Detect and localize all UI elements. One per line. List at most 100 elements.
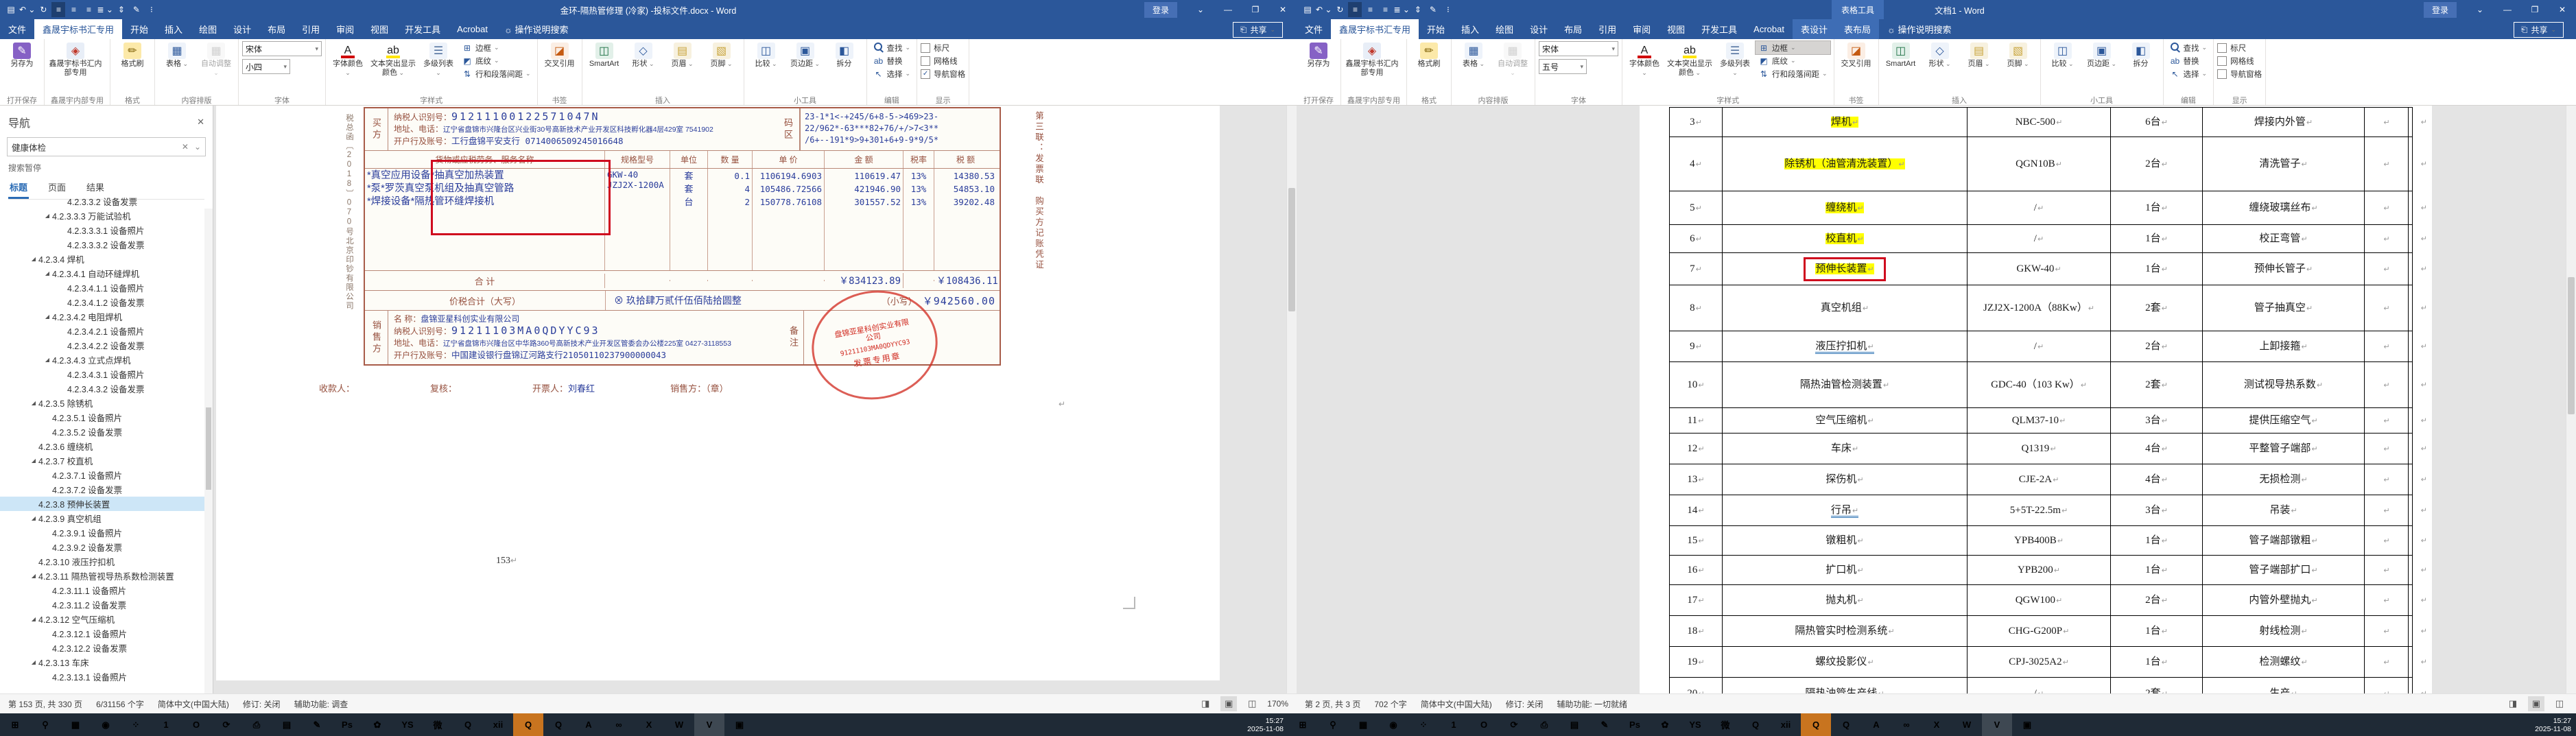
line-spacing-button[interactable]: ⇅ 行和段落间距 ⌄ — [459, 67, 534, 80]
multilevel-list-button[interactable]: ☰ 多级列表 ⌄ — [1716, 41, 1753, 78]
taskbar-icon[interactable]: ▤ — [272, 713, 302, 736]
taskbar-icon[interactable]: V — [694, 713, 724, 736]
taskbar-icon[interactable]: ⊞ — [0, 713, 30, 736]
vertical-scrollbar[interactable] — [1286, 106, 1297, 694]
taskbar-icon[interactable]: ✿ — [1650, 713, 1680, 736]
qat-icon[interactable]: ≣ ⌄ — [1393, 2, 1409, 17]
cell-model[interactable]: / — [1968, 678, 2111, 694]
ribbon-tab[interactable]: 文件 — [0, 19, 34, 39]
cell-model[interactable]: / — [1968, 225, 2111, 252]
taskbar-icon[interactable]: xii — [1771, 713, 1801, 736]
cell-quantity[interactable]: 1台 — [2111, 225, 2203, 252]
expand-icon[interactable]: ◢ — [43, 270, 52, 276]
nav-tree-item[interactable]: 4.2.3.4.2.2 设备发票 — [0, 338, 213, 353]
cell-model[interactable]: CPJ-3025A2 — [1968, 647, 2111, 677]
taskbar-icon[interactable]: W — [1952, 713, 1982, 736]
cell-quantity[interactable]: 2套 — [2111, 285, 2203, 331]
cell-purpose[interactable]: 内管外壁抛丸 — [2203, 585, 2365, 615]
vertical-scrollbar[interactable] — [2566, 106, 2576, 694]
cell-name[interactable]: 空气压缩机 — [1723, 408, 1968, 433]
expand-icon[interactable]: ◢ — [29, 659, 38, 665]
taskbar-icon[interactable]: 1 — [1439, 713, 1469, 736]
font-size-combo[interactable]: 五号 ▾ — [1539, 59, 1587, 74]
nav-tree-item[interactable]: 4.2.3.9.2 设备发票 — [0, 540, 213, 554]
taskbar-icon[interactable]: Ps — [332, 713, 362, 736]
nav-tree-item[interactable]: ◢ 4.2.3.4.2 电阻焊机 — [0, 309, 213, 324]
ribbon-tab[interactable]: 插入 — [156, 19, 191, 39]
status-item[interactable]: 第 153 页, 共 330 页 — [8, 698, 82, 710]
taskbar-icon[interactable]: YS — [1680, 713, 1710, 736]
nav-scrollbar[interactable] — [204, 209, 213, 694]
cell-quantity[interactable]: 1台 — [2111, 253, 2203, 285]
nav-tab[interactable]: 标题 — [8, 178, 29, 199]
cell-purpose[interactable]: 无损检测 — [2203, 464, 2365, 495]
cell-name[interactable]: 行吊 — [1723, 495, 1968, 525]
expand-icon[interactable]: ◢ — [43, 357, 52, 363]
cell-name[interactable]: 车床 — [1723, 434, 1968, 464]
cell-blank[interactable] — [2365, 362, 2409, 407]
cell-number[interactable]: 13 — [1670, 464, 1723, 495]
ribbon-tab[interactable]: 鑫晟宇标书汇专用 — [34, 19, 123, 39]
cell-number[interactable]: 5 — [1670, 191, 1723, 224]
cell-number[interactable]: 18 — [1670, 616, 1723, 646]
taskbar-icon[interactable]: Q — [1831, 713, 1861, 736]
nav-tree-item[interactable]: 4.2.3.7.2 设备发票 — [0, 482, 213, 497]
nav-tree-item[interactable]: ◢ 4.2.3.4.1 自动环缝焊机 — [0, 266, 213, 281]
page-footer-button[interactable]: ▧ 页脚 ⌄ — [703, 41, 740, 69]
qat-icon[interactable]: ✎ — [1426, 2, 1440, 17]
expand-icon[interactable]: ◢ — [29, 256, 38, 262]
page-footer-button[interactable]: ▧ 页脚 ⌄ — [2000, 41, 2037, 69]
replace-button[interactable]: ab 替换 — [2167, 54, 2210, 67]
ribbon-tab[interactable]: 开发工具 — [397, 19, 449, 39]
cell-quantity[interactable]: 1台 — [2111, 526, 2203, 555]
cell-name[interactable]: 缠绕机 — [1723, 191, 1968, 224]
cross-reference-button[interactable]: ◪ 交叉引用 — [1838, 41, 1875, 69]
cell-blank[interactable] — [2365, 678, 2409, 694]
taskbar-icon[interactable]: ✎ — [1590, 713, 1620, 736]
cell-name[interactable]: 校直机 — [1723, 225, 1968, 252]
cell-model[interactable]: QGN10B — [1968, 137, 2111, 191]
cell-purpose[interactable]: 提供压缩空气 — [2203, 408, 2365, 433]
cell-name[interactable]: 预伸长装置 — [1723, 253, 1968, 285]
cell-blank[interactable] — [2365, 526, 2409, 555]
cell-quantity[interactable]: 6台 — [2111, 108, 2203, 136]
ribbon-options-icon[interactable]: ⌄ — [2466, 0, 2494, 19]
cell-purpose[interactable]: 校正弯管 — [2203, 225, 2365, 252]
ribbon-tab[interactable]: 开始 — [122, 19, 156, 39]
ribbon-options-icon[interactable]: ⌄ — [1187, 0, 1214, 19]
nav-pane-checkbox[interactable]: ✓ 导航窗格 — [921, 67, 965, 80]
expand-icon[interactable]: ◢ — [43, 313, 52, 320]
cell-purpose[interactable]: 焊接内外管 — [2203, 108, 2365, 136]
expand-icon[interactable]: ◢ — [29, 616, 38, 622]
cell-blank[interactable] — [2365, 408, 2409, 433]
select-button[interactable]: ↖ 选择 ⌄ — [2167, 67, 2210, 80]
cell-quantity[interactable]: 2套 — [2111, 362, 2203, 407]
maximize-button[interactable]: ❐ — [2521, 0, 2549, 19]
nav-tree-item[interactable]: 4.2.3.12.1 设备照片 — [0, 626, 213, 641]
qat-icon[interactable]: ≡ — [51, 2, 66, 17]
cell-blank[interactable] — [2365, 585, 2409, 615]
ribbon-tab[interactable]: ☼ 操作说明搜索 — [496, 19, 577, 39]
taskbar-icon[interactable]: V — [1982, 713, 2012, 736]
font-name-combo[interactable]: 宋体 ▾ — [1539, 41, 1618, 56]
font-color-button[interactable]: A 字体颜色 ⌄ — [329, 41, 366, 78]
internal-tool-button[interactable]: ◈ 鑫晟宇标书汇内部专用 — [48, 41, 103, 78]
nav-tree-item[interactable]: 4.2.3.7.1 设备照片 — [0, 468, 213, 482]
status-item[interactable]: 修订: 关闭 — [243, 698, 281, 710]
ribbon-tab[interactable]: 引用 — [294, 19, 328, 39]
ruler-checkbox[interactable]: 标尺 — [2217, 41, 2262, 54]
cell-name[interactable]: 抛丸机 — [1723, 585, 1968, 615]
cell-number[interactable]: 3 — [1670, 108, 1723, 136]
minimize-button[interactable]: — — [2494, 0, 2521, 19]
nav-tree-item[interactable]: 4.2.3.3.2 设备发票 — [0, 194, 213, 209]
cell-quantity[interactable]: 2台 — [2111, 137, 2203, 191]
cell-blank[interactable] — [2365, 556, 2409, 584]
cell-number[interactable]: 8 — [1670, 285, 1723, 331]
cell-model[interactable]: GKW-40 — [1968, 253, 2111, 285]
nav-tree-item[interactable]: 4.2.3.11.2 设备发票 — [0, 597, 213, 612]
page-margins-button[interactable]: ▣ 页边距 ⌄ — [2083, 41, 2120, 69]
nav-tree-item[interactable]: 4.2.3.4.3.1 设备照片 — [0, 367, 213, 381]
taskbar-icon[interactable]: Q — [543, 713, 574, 736]
nav-tree-item[interactable]: 4.2.3.13.1 设备照片 — [0, 669, 213, 684]
qat-icon[interactable]: ≣ ⌄ — [97, 2, 113, 17]
